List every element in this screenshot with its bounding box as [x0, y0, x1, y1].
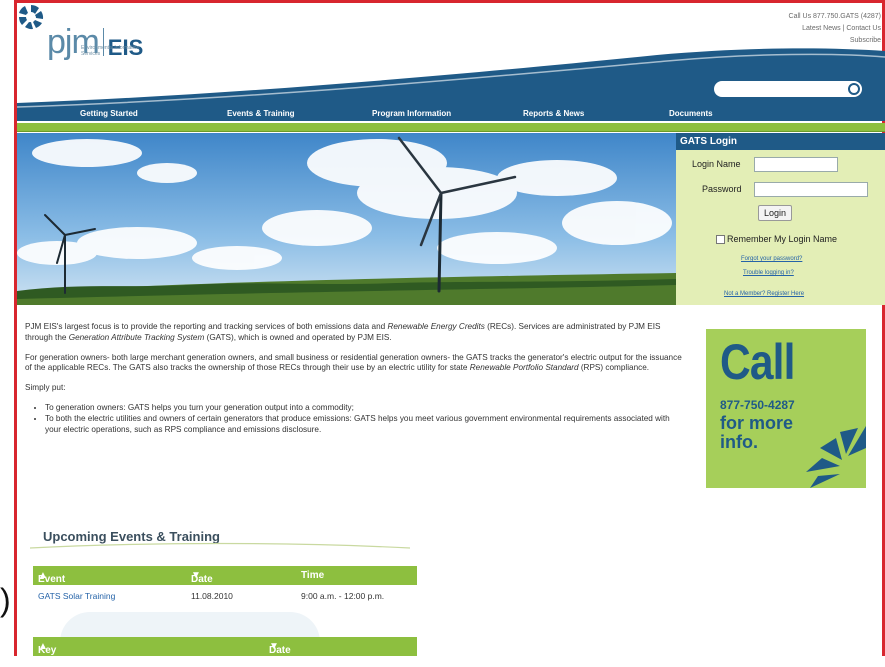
list-item: To generation owners: GATS helps you tur… — [45, 403, 685, 414]
date-column-header[interactable]: Date ▼ — [191, 570, 213, 585]
intro-paragraph: PJM EIS's largest focus is to provide th… — [25, 322, 661, 342]
ad-more-info-text: for more info. — [720, 413, 794, 452]
time-column-header[interactable]: Time — [301, 570, 324, 581]
password-input[interactable] — [754, 182, 868, 197]
event-column-header[interactable]: Event ▲ — [38, 570, 65, 585]
logo-subtitle: Environmental Information Services — [81, 45, 140, 57]
key-dates-table: Key Dates ▲ Date ▼ — [33, 637, 417, 667]
nav-documents[interactable]: Documents — [669, 109, 713, 118]
nav-program-information[interactable]: Program Information — [372, 109, 451, 118]
search-input[interactable] — [714, 81, 862, 97]
list-item: To both the electric utilities and owner… — [45, 414, 685, 436]
remember-login-label: Remember My Login Name — [727, 234, 838, 244]
nav-reports-news[interactable]: Reports & News — [523, 109, 584, 118]
stray-character: ) — [0, 582, 11, 618]
hero-wind-turbine-image — [17, 133, 676, 305]
login-name-input[interactable] — [754, 157, 838, 172]
main-nav: Getting Started Events & Training Progra… — [17, 103, 885, 123]
ad-call-heading: Call — [720, 334, 795, 390]
forgot-password-link[interactable]: Forgot your password? — [741, 256, 802, 262]
event-name-link[interactable]: GATS Solar Training — [38, 591, 115, 601]
nav-getting-started[interactable]: Getting Started — [80, 109, 138, 118]
latest-news-contact-links[interactable]: Latest News | Contact Us — [789, 23, 881, 35]
table-row: GATS Solar Training 11.08.2010 9:00 a.m.… — [33, 585, 417, 607]
gats-login-panel: GATS Login Login Name Password Login Rem… — [676, 133, 885, 305]
login-name-label: Login Name — [692, 159, 741, 169]
ad-phone-number: 877-750-4287 — [720, 398, 795, 412]
call-for-info-ad[interactable]: Call 877-750-4287 for more info. — [706, 329, 866, 488]
logo-swirl-icon — [18, 4, 44, 30]
password-label: Password — [702, 184, 742, 194]
subscribe-link[interactable]: Subscribe — [789, 35, 881, 47]
key-dates-date-column-header[interactable]: Date ▼ — [269, 641, 291, 656]
login-panel-title: GATS Login — [676, 133, 885, 150]
benefits-list: To generation owners: GATS helps you tur… — [45, 403, 685, 435]
call-us-text: Call Us 877.750.GATS (4287) — [788, 13, 881, 20]
events-heading-underline — [30, 542, 411, 549]
key-dates-column-header[interactable]: Key Dates ▲ — [38, 641, 65, 667]
remember-login-checkbox[interactable] — [716, 235, 725, 244]
ad-swirl-icon — [806, 426, 866, 488]
register-link[interactable]: Not a Member? Register Here — [724, 291, 804, 297]
nav-events-training[interactable]: Events & Training — [227, 109, 295, 118]
top-links: Call Us 877.750.GATS (4287) Latest News … — [789, 11, 881, 47]
simply-put-text: Simply put: — [25, 383, 66, 393]
main-content: PJM EIS's largest focus is to provide th… — [25, 322, 685, 435]
event-date: 11.08.2010 — [191, 591, 233, 601]
events-table-header: Event ▲ Date ▼ Time — [33, 566, 417, 585]
generation-owners-paragraph: For generation owners- both large mercha… — [25, 352, 682, 373]
event-time: 9:00 a.m. - 12:00 p.m. — [301, 591, 385, 601]
nav-accent-bar — [17, 123, 885, 132]
trouble-logging-in-link[interactable]: Trouble logging in? — [743, 270, 794, 276]
login-button[interactable]: Login — [758, 205, 793, 221]
events-table: Event ▲ Date ▼ Time GATS Solar Training 1… — [33, 566, 417, 607]
search-icon[interactable] — [848, 83, 860, 95]
key-dates-table-header: Key Dates ▲ Date ▼ — [33, 637, 417, 667]
